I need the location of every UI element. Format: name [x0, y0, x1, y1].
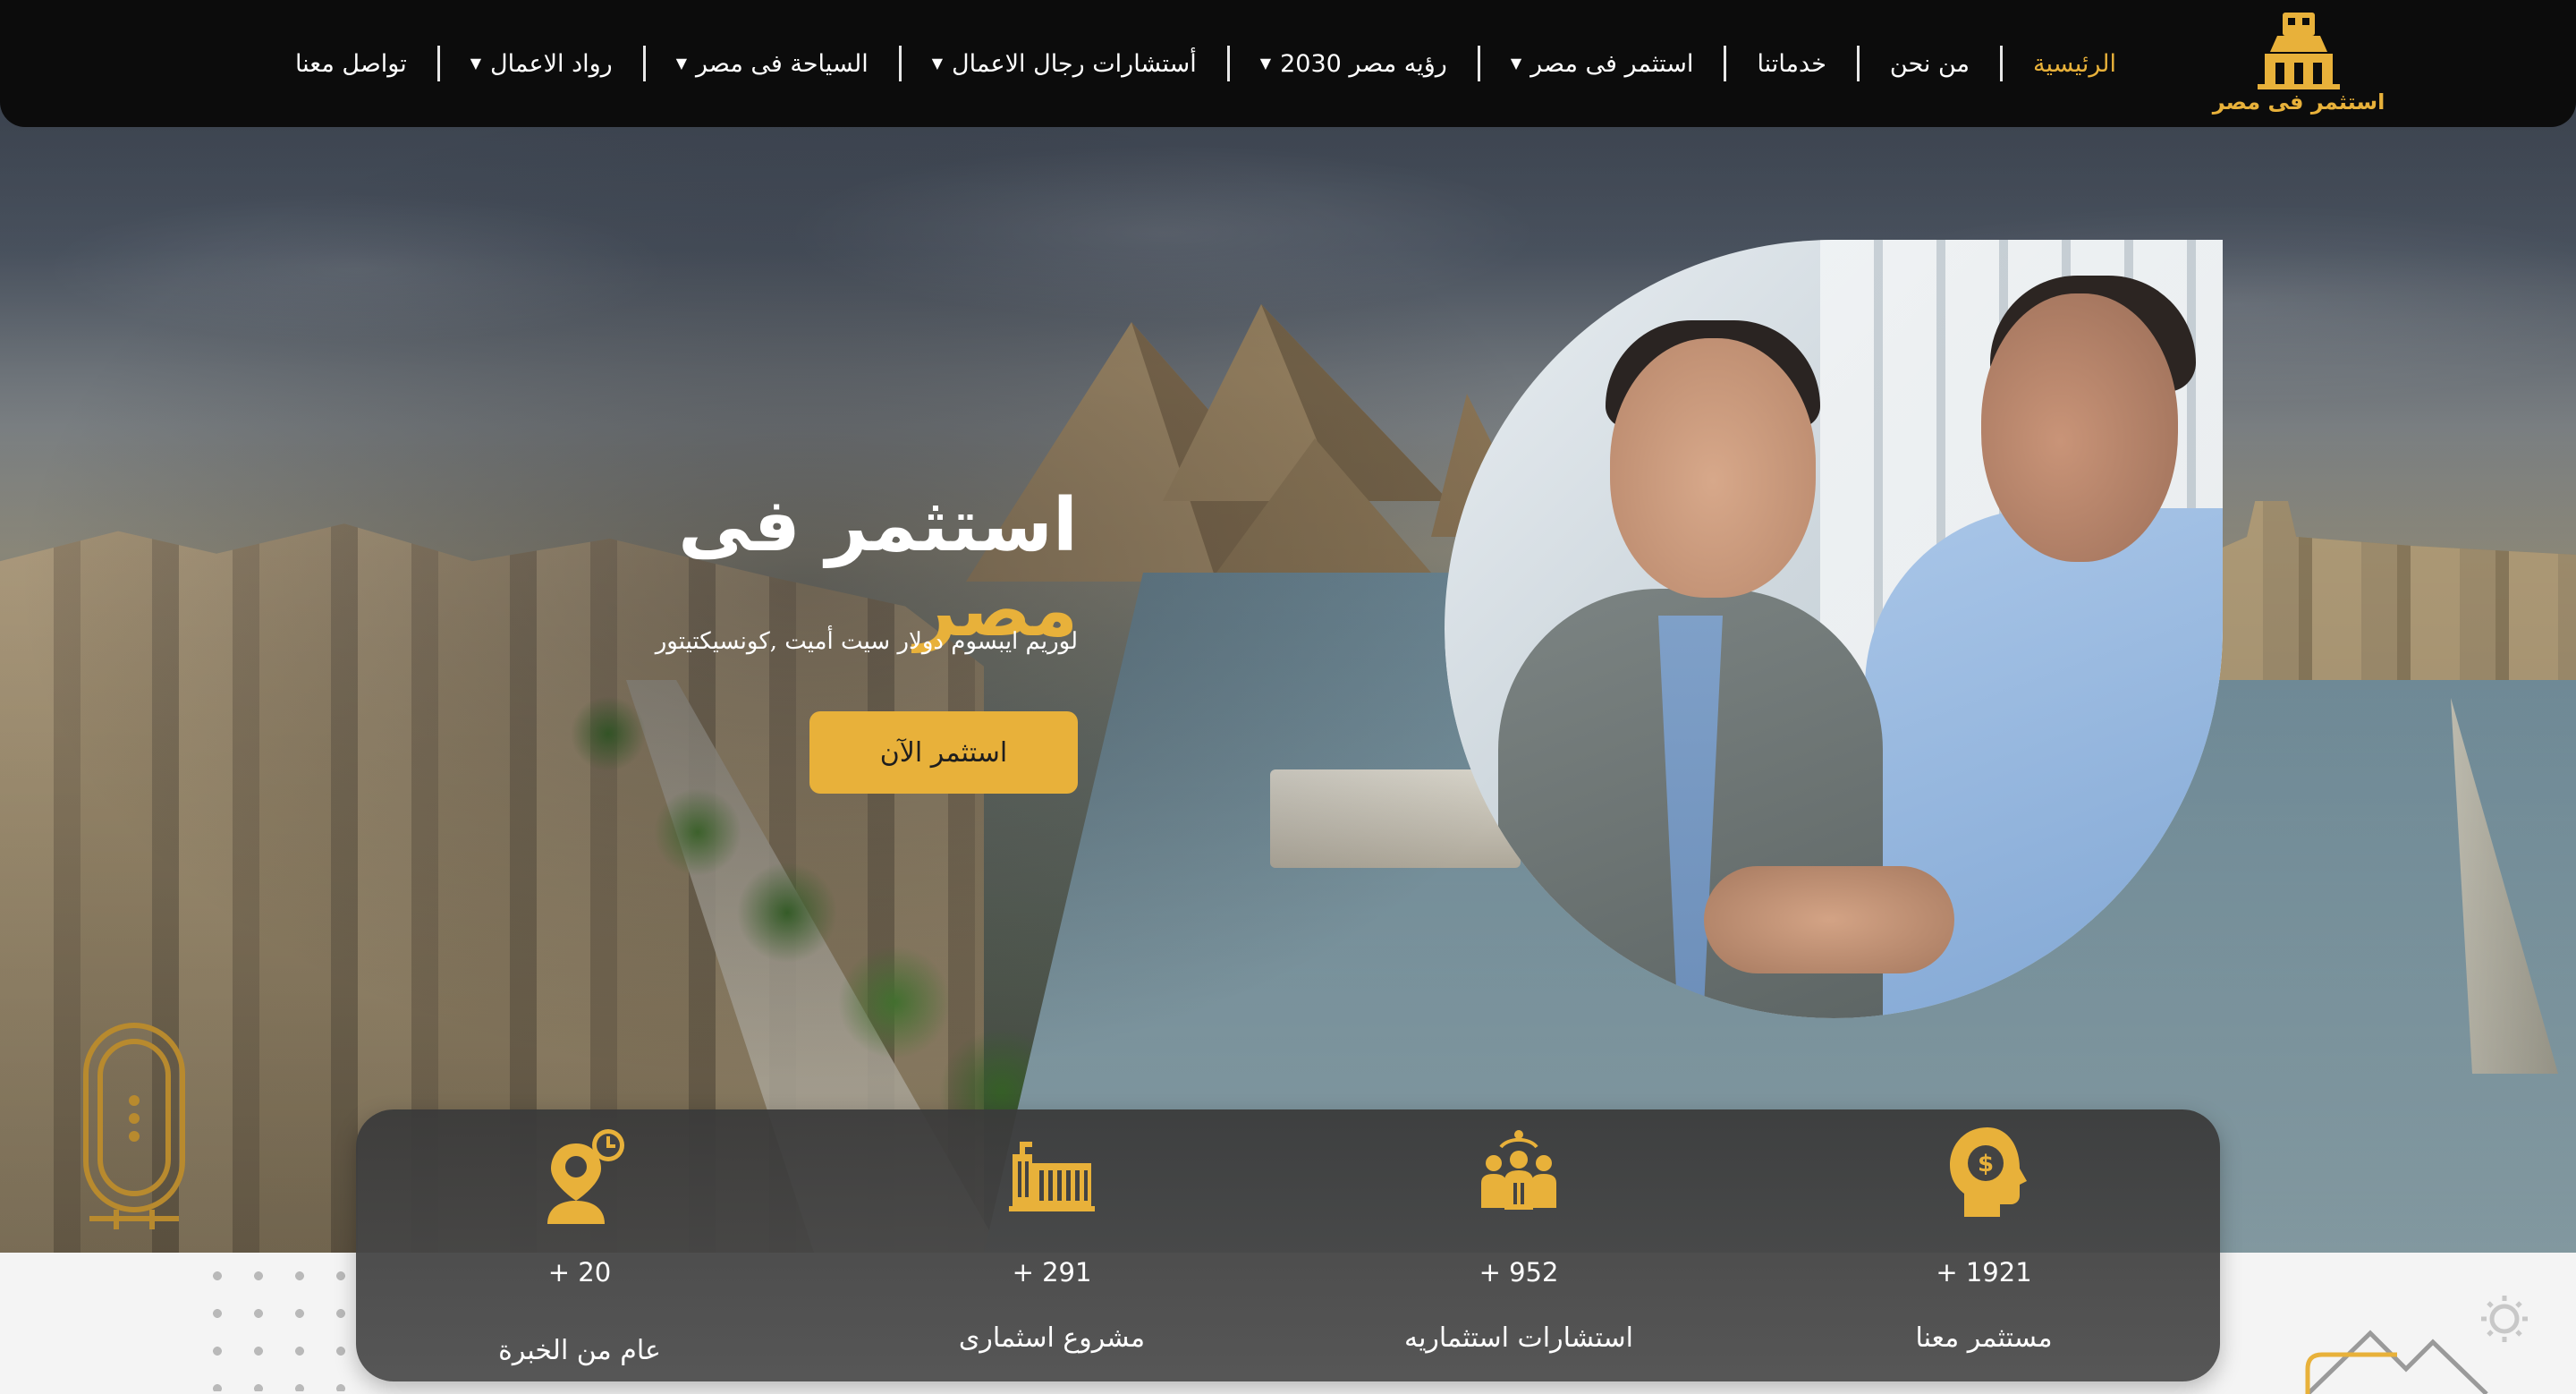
stat-value: + 1921	[1936, 1257, 2032, 1288]
pharaoh-logo-icon	[2258, 13, 2340, 89]
caret-down-icon: ▼	[675, 55, 688, 72]
nav-item-tourism[interactable]: السياحة فى مصر ▼	[646, 46, 899, 81]
nav-item-label: تواصل معنا	[294, 49, 407, 78]
mountain-sun-decoration-icon	[2305, 1296, 2528, 1394]
stat-value: + 952	[1479, 1257, 1559, 1288]
invest-now-button[interactable]: استثمر الآن	[809, 711, 1078, 794]
stat-label: مشروع اسثمارى	[958, 1322, 1146, 1354]
nav-item-services[interactable]: خدماتنا	[1726, 46, 1856, 81]
team-consulting-icon	[1481, 1130, 1556, 1210]
nav-divider	[1226, 46, 1230, 81]
stat-label: استشارات استثماريه	[1403, 1322, 1633, 1354]
stat-value: + 20	[547, 1257, 612, 1288]
site-logo[interactable]: استثمر فى مصر	[2209, 7, 2388, 120]
cartouche-icon	[83, 1023, 185, 1229]
nav-item-label: السياحة فى مصر	[696, 49, 869, 78]
stat-projects: + 291 مشروع اسثمارى	[873, 1109, 1231, 1381]
nav-divider	[436, 46, 440, 81]
stat-investors: $ + 1921 مستثمر معنا	[1805, 1109, 2163, 1381]
caret-down-icon: ▼	[470, 55, 482, 72]
dots-pattern	[197, 1257, 358, 1391]
nav-item-label: من نحن	[1889, 49, 1970, 78]
nav-item-label: رواد الاعمال	[490, 49, 613, 78]
experience-clock-person-icon	[547, 1129, 624, 1224]
nav-divider	[1477, 46, 1480, 81]
logo-text: استثمر فى مصر	[2212, 89, 2385, 115]
nav-item-business-consulting[interactable]: أستشارات رجال الاعمال ▼	[902, 46, 1227, 81]
nav-divider	[2000, 46, 2003, 81]
handshake-photo	[1445, 240, 2223, 1018]
nav-item-label: استثمر فى مصر	[1530, 49, 1694, 78]
nav-item-vision-2030[interactable]: رؤيه مصر 2030 ▼	[1230, 46, 1478, 81]
investor-head-dollar-icon: $	[1950, 1127, 2027, 1217]
nav-item-home[interactable]: الرئيسية	[2003, 46, 2147, 81]
caret-down-icon: ▼	[1510, 55, 1522, 72]
nav-divider	[1724, 46, 1727, 81]
hero-title-main: استثمر فى	[678, 483, 1078, 568]
navbar: استثمر فى مصر الرئيسية من نحن خدماتنا اس…	[0, 0, 2576, 127]
hero-subtitle: لوريم ايبسوم دولار سيت أميت ,كونسيكتيتور	[655, 628, 1078, 655]
caret-down-icon: ▼	[1259, 55, 1272, 72]
nav-item-label: رؤيه مصر 2030	[1280, 49, 1447, 78]
nav-item-invest-in-egypt[interactable]: استثمر فى مصر ▼	[1480, 46, 1724, 81]
nav-item-contact[interactable]: تواصل معنا	[265, 46, 437, 81]
nav-divider	[642, 46, 646, 81]
nav-item-label: خدماتنا	[1757, 49, 1826, 78]
nav-divider	[898, 46, 902, 81]
nav-item-label: أستشارات رجال الاعمال	[952, 49, 1197, 78]
stats-panel: + 20 عام من الخبرة + 291 مشروع اسثمارى +…	[356, 1109, 2220, 1381]
nav-divider	[1856, 46, 1860, 81]
stat-experience: + 20 عام من الخبرة	[401, 1109, 758, 1381]
stat-label: عام من الخبرة	[498, 1335, 661, 1366]
nav-item-entrepreneurs[interactable]: رواد الاعمال ▼	[440, 46, 643, 81]
building-project-icon	[1009, 1142, 1095, 1211]
nav-item-about[interactable]: من نحن	[1860, 46, 2000, 81]
svg-text:$: $	[1978, 1151, 1994, 1177]
nav-item-label: الرئيسية	[2033, 49, 2116, 78]
stat-value: + 291	[1012, 1257, 1092, 1288]
stat-label: مستثمر معنا	[1915, 1322, 2053, 1354]
stat-consultations: + 952 استشارات استثماريه	[1340, 1109, 1698, 1381]
main-nav: الرئيسية من نحن خدماتنا استثمر فى مصر ▼ ر…	[265, 0, 2147, 127]
caret-down-icon: ▼	[931, 55, 944, 72]
